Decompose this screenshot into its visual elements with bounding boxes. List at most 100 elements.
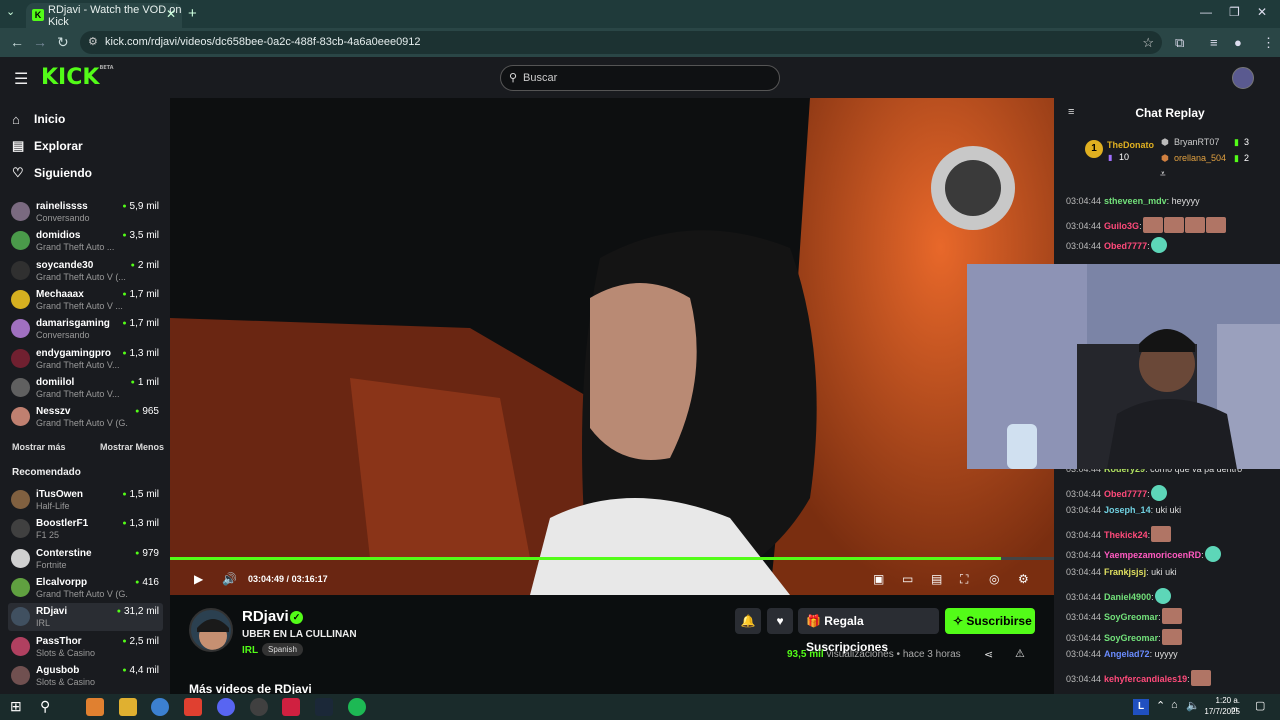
sidebar-channel-elcalvorpp[interactable]: ElcalvorppGrand Theft Auto V (G... 416 bbox=[8, 574, 163, 602]
app-red-icon[interactable] bbox=[282, 698, 300, 716]
search-input[interactable]: ⚲ Buscar bbox=[500, 65, 780, 91]
category-link[interactable]: IRL bbox=[242, 645, 258, 656]
message-text: : bbox=[1158, 612, 1161, 623]
site-info-icon[interactable]: ⚙ bbox=[88, 31, 98, 54]
message-username[interactable]: Thekick24 bbox=[1104, 530, 1148, 540]
extensions-icon[interactable]: ⧉ bbox=[1175, 35, 1184, 51]
channel-avatar[interactable] bbox=[189, 608, 233, 652]
app-icon[interactable] bbox=[86, 698, 104, 716]
expand-leaderboard-icon[interactable]: ⩡ bbox=[1160, 169, 1166, 180]
miniplayer-icon[interactable]: ▤ bbox=[931, 572, 942, 586]
message-username[interactable]: Obed7777 bbox=[1104, 489, 1147, 499]
show-less-link[interactable]: Mostrar Menos bbox=[100, 442, 164, 452]
message-username[interactable]: Guilo3G bbox=[1104, 221, 1139, 231]
nav-inicio[interactable]: ⌂ Inicio bbox=[12, 109, 65, 129]
speed-icon[interactable]: ◎ bbox=[989, 572, 999, 586]
kick-logo[interactable]: KICKBETA bbox=[41, 65, 114, 90]
nav-siguiendo[interactable]: ♡ Siguiendo bbox=[12, 163, 92, 183]
volume-icon[interactable]: 🔊 bbox=[222, 572, 237, 586]
message-username[interactable]: Obed7777 bbox=[1104, 241, 1147, 251]
settings-gear-icon[interactable]: ⚙ bbox=[1018, 572, 1029, 586]
sidebar-channel-domiilol[interactable]: domiilolGrand Theft Auto V... 1 mil bbox=[8, 374, 163, 402]
sidebar-channel-nesszv[interactable]: NesszvGrand Theft Auto V (G... 965 bbox=[8, 403, 163, 431]
forward-icon[interactable]: → bbox=[33, 34, 47, 50]
message-username[interactable]: Joseph_14 bbox=[1104, 505, 1151, 515]
chrome-icon[interactable] bbox=[151, 698, 169, 716]
discord-icon[interactable] bbox=[217, 698, 235, 716]
sidebar-channel-rdjavi[interactable]: RDjaviIRL 31,2 mil bbox=[8, 603, 163, 632]
sidebar: ⌂ Inicio ▤ Explorar ♡ Siguiendo rainelis… bbox=[0, 98, 170, 694]
new-tab-icon[interactable]: + bbox=[188, 5, 197, 22]
obs-icon[interactable] bbox=[250, 698, 268, 716]
nav-explorar[interactable]: ▤ Explorar bbox=[12, 136, 83, 156]
message-username[interactable]: Angelad72 bbox=[1104, 649, 1150, 659]
sidebar-channel-passthor[interactable]: PassThorSlots & Casino 2,5 mil bbox=[8, 633, 163, 661]
notifications-bell-button[interactable]: 🔔 bbox=[735, 608, 761, 634]
message-username[interactable]: SoyGreomar bbox=[1104, 612, 1158, 622]
minimize-icon[interactable]: — bbox=[1200, 5, 1212, 19]
theater-icon[interactable]: ▭ bbox=[902, 572, 913, 586]
message-username[interactable]: SoyGreomar bbox=[1104, 633, 1158, 643]
file-explorer-icon[interactable] bbox=[119, 698, 137, 716]
notifications-icon[interactable]: ▢ bbox=[1255, 699, 1265, 712]
channel-category: Conversando bbox=[36, 330, 90, 341]
spotify-icon[interactable] bbox=[348, 698, 366, 716]
brave-icon[interactable] bbox=[184, 698, 202, 716]
volume-tray-icon[interactable]: 🔈 bbox=[1186, 699, 1200, 712]
tab-list-icon[interactable]: ⌄ bbox=[6, 5, 15, 18]
user-avatar[interactable] bbox=[1232, 67, 1254, 89]
play-icon[interactable]: ▶ bbox=[194, 572, 203, 586]
menu-icon[interactable]: ☰ bbox=[14, 69, 28, 89]
network-icon[interactable]: ⌂ bbox=[1171, 699, 1178, 711]
report-icon[interactable]: ⚠ bbox=[1015, 647, 1025, 660]
media-icon[interactable]: ≡ bbox=[1210, 35, 1218, 50]
message-username[interactable]: YaempezamoricoenRD bbox=[1104, 550, 1201, 560]
browser-menu-icon[interactable]: ⋮ bbox=[1262, 35, 1275, 51]
gift-subs-button[interactable]: 🎁 Regala Suscripciones bbox=[798, 608, 939, 654]
close-tab-icon[interactable]: ✕ bbox=[166, 7, 176, 21]
chat-message: 03:04:44 stheveen_mdv: heyyyy bbox=[1066, 196, 1200, 210]
clock-date[interactable]: 17/7/2025 bbox=[1200, 707, 1240, 716]
show-more-link[interactable]: Mostrar más bbox=[12, 442, 66, 452]
close-window-icon[interactable]: ✕ bbox=[1257, 5, 1267, 19]
language-tag[interactable]: Spanish bbox=[262, 643, 303, 656]
video-player[interactable]: ▶ 🔊 03:04:49 / 03:16:17 ▣ ▭ ▤ ⛶ ◎ ⚙ bbox=[170, 98, 1054, 595]
sidebar-channel-mechaaax[interactable]: MechaaaxGrand Theft Auto V ...1,7 mil bbox=[8, 286, 163, 314]
sidebar-channel-soycande30[interactable]: soycande30Grand Theft Auto V (... 2 mil bbox=[8, 257, 163, 285]
message-text: : uki uki bbox=[1150, 505, 1182, 516]
message-username[interactable]: Daniel4900 bbox=[1104, 592, 1151, 602]
browser-tab[interactable]: K RDjavi - Watch the VOD on Kick ✕ bbox=[26, 3, 182, 28]
follow-heart-button[interactable]: ♥ bbox=[767, 608, 793, 634]
site-header: ☰ KICKBETA ⚲ Buscar bbox=[0, 57, 1280, 98]
restore-icon[interactable]: ❐ bbox=[1229, 5, 1240, 19]
message-username[interactable]: kehyfercandiales19 bbox=[1104, 674, 1187, 684]
search-icon[interactable]: ⚲ bbox=[40, 698, 58, 716]
sidebar-channel-conterstine[interactable]: ConterstineFortnite 979 bbox=[8, 545, 163, 573]
progress-bar[interactable] bbox=[170, 557, 1054, 560]
sidebar-channel-agusbob[interactable]: AgusbobSlots & Casino 4,4 mil bbox=[8, 662, 163, 690]
windows-start-icon[interactable]: ⊞ bbox=[10, 698, 28, 716]
channel-name[interactable]: RDjavi bbox=[242, 608, 289, 625]
sidebar-channel-damarisgaming[interactable]: damarisgamingConversando 1,7 mil bbox=[8, 315, 163, 343]
profile-icon[interactable]: ● bbox=[1234, 35, 1242, 50]
sidebar-channel-itusowen[interactable]: iTusOwenHalf-Life 1,5 mil bbox=[8, 486, 163, 514]
viewer-count: 1,7 mil bbox=[122, 318, 159, 329]
sidebar-channel-endygamingpro[interactable]: endygamingproGrand Theft Auto V...1,3 mi… bbox=[8, 345, 163, 373]
sidebar-channel-rainelissss[interactable]: rainelissssConversando 5,9 mil bbox=[8, 198, 163, 226]
reload-icon[interactable]: ↻ bbox=[57, 34, 69, 51]
message-username[interactable]: Frankjsjsj bbox=[1104, 567, 1146, 577]
tray-chevron-icon[interactable]: ⌃ bbox=[1156, 699, 1165, 712]
sidebar-channel-domidios[interactable]: domidiosGrand Theft Auto ... 3,5 mil bbox=[8, 227, 163, 255]
bookmark-star-icon[interactable]: ☆ bbox=[1142, 31, 1154, 54]
back-icon[interactable]: ← bbox=[10, 34, 24, 50]
fullscreen-icon[interactable]: ⛶ bbox=[960, 572, 968, 587]
channel-name: Nesszv bbox=[36, 406, 71, 418]
message-username[interactable]: stheveen_mdv bbox=[1104, 196, 1167, 206]
clip-icon[interactable]: ▣ bbox=[873, 572, 884, 586]
url-field[interactable]: ⚙ kick.com/rdjavi/videos/dc658bee-0a2c-4… bbox=[80, 31, 1162, 54]
sidebar-channel-boostlerf1[interactable]: BoostlerF1F1 25 1,3 mil bbox=[8, 515, 163, 543]
language-indicator[interactable]: L bbox=[1133, 699, 1149, 715]
share-icon[interactable]: ⋖ bbox=[984, 648, 993, 661]
steam-icon[interactable] bbox=[315, 698, 333, 716]
subscribe-button[interactable]: ✧ Suscribirse bbox=[945, 608, 1035, 634]
